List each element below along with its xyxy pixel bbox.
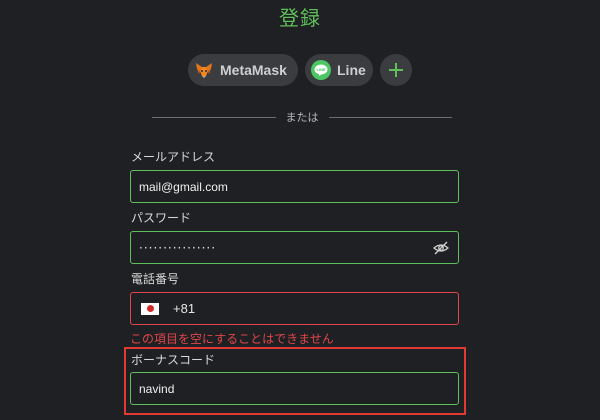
page-title: 登録 [279,6,321,30]
social-login-row: MetaMask LINE Line [0,54,600,86]
email-field-container [130,170,459,203]
bonus-code-highlight-box [124,347,466,415]
line-label: Line [337,62,366,78]
phone-error-message: この項目を空にすることはできません [130,332,334,346]
svg-text:LINE: LINE [316,67,325,72]
registration-page: 登録 MetaMask LINE Line または メールアドレス mail@g… [0,0,600,420]
plus-icon [387,61,405,79]
phone-field[interactable]: +81 [173,301,195,316]
divider-line-right [328,116,452,118]
japan-flag-icon[interactable] [141,302,159,315]
divider-text: または [285,111,319,124]
password-label: パスワード [131,211,192,225]
line-login-button[interactable]: LINE Line [305,54,373,86]
password-field[interactable]: ················ [139,241,432,255]
metamask-fox-icon [194,60,214,80]
line-app-icon: LINE [311,60,331,80]
metamask-login-button[interactable]: MetaMask [188,54,298,86]
more-login-options-button[interactable] [380,54,412,86]
email-field[interactable] [139,179,450,194]
eye-slash-icon[interactable] [432,239,450,257]
phone-label: 電話番号 [131,272,180,286]
password-field-container: ················ [130,231,459,264]
divider-line-left [152,116,276,118]
phone-field-container: +81 [130,292,459,325]
metamask-label: MetaMask [220,62,287,78]
email-label: メールアドレス [131,150,216,164]
or-divider: または [152,109,452,125]
